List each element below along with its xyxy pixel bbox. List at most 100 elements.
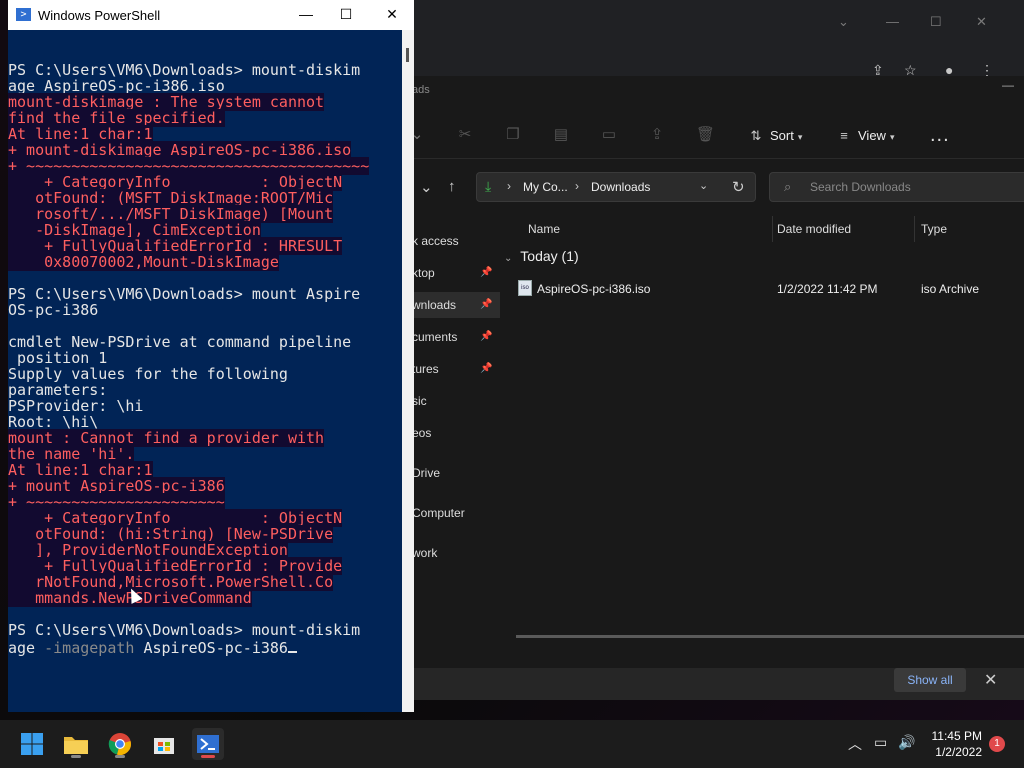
notification-badge[interactable]: 1 bbox=[989, 736, 1005, 752]
chrome-taskbar-button[interactable] bbox=[104, 728, 136, 760]
console-line: parameters: bbox=[8, 382, 400, 398]
pin-icon: 📌 bbox=[480, 363, 493, 374]
column-date-modified[interactable]: Date modified bbox=[777, 222, 851, 236]
maximize-icon[interactable]: ☐ bbox=[930, 14, 942, 30]
sidebar-item[interactable]: Drive bbox=[400, 460, 500, 486]
console-text: PS C:\Users\VM6\Downloads> mount-diskim bbox=[8, 621, 361, 639]
powershell-titlebar[interactable]: > Windows PowerShell — ☐ ✕ bbox=[8, 0, 414, 30]
powershell-taskbar-button[interactable] bbox=[192, 728, 224, 760]
sidebar-item-label: sic bbox=[412, 394, 427, 408]
window-title: Windows PowerShell bbox=[38, 8, 161, 23]
console-text: OS-pc-i386 bbox=[8, 301, 99, 319]
running-indicator bbox=[115, 755, 125, 758]
sort-label: Sort bbox=[770, 128, 794, 143]
volume-icon[interactable]: 🔊 bbox=[898, 734, 915, 751]
console-line: otFound: (MSFT_DiskImage:ROOT/Mic bbox=[8, 189, 400, 207]
iso-file-icon: iso bbox=[518, 280, 532, 296]
sidebar-item[interactable]: wnloads 📌 bbox=[400, 292, 500, 318]
clock-time: 11:45 PM bbox=[931, 729, 982, 743]
sort-button[interactable]: ⇅ Sort ▾ bbox=[748, 124, 803, 148]
console-line: PS C:\Users\VM6\Downloads> mount-diskim bbox=[8, 62, 400, 78]
sidebar-item[interactable]: work bbox=[400, 540, 500, 566]
console-line: mmands.NewPSDriveCommand bbox=[8, 589, 400, 607]
sidebar-item[interactable]: k access bbox=[400, 228, 500, 254]
more-options-button[interactable]: ... bbox=[930, 124, 950, 147]
console-text: age bbox=[8, 639, 45, 657]
chevron-down-icon: ▾ bbox=[889, 132, 895, 142]
file-explorer-taskbar-button[interactable] bbox=[60, 728, 92, 760]
chevron-up-icon[interactable]: ︿ bbox=[848, 734, 862, 754]
console-line: age AspireOS-pc-i386.iso bbox=[8, 78, 400, 94]
console-line: At line:1 char:1 bbox=[8, 461, 400, 479]
download-icon: ⤓ bbox=[485, 178, 492, 194]
console-input-line[interactable]: age -imagepath AspireOS-pc-i386 bbox=[8, 638, 400, 657]
console-line: + ~~~~~~~~~~~~~~~~~~~~~~~~~~~~~~~~~~~~~~ bbox=[8, 157, 400, 175]
clock-date: 1/2/2022 bbox=[935, 745, 982, 759]
column-name[interactable]: Name bbox=[528, 222, 560, 236]
sidebar-item-label: ktop bbox=[412, 266, 435, 280]
column-divider[interactable] bbox=[772, 216, 773, 242]
console-line: mount-diskimage : The system cannot bbox=[8, 93, 400, 111]
show-all-label: Show all bbox=[907, 673, 953, 687]
console-line: PSProvider: \hi bbox=[8, 398, 400, 414]
start-button[interactable] bbox=[16, 728, 48, 760]
vertical-scrollbar[interactable] bbox=[402, 30, 414, 712]
view-label: View bbox=[858, 128, 886, 143]
windows-logo-icon bbox=[21, 733, 43, 755]
sidebar-item[interactable]: Computer bbox=[400, 500, 500, 526]
close-icon[interactable]: ✕ bbox=[976, 14, 987, 30]
sidebar-item[interactable]: ktop 📌 bbox=[400, 260, 500, 286]
search-placeholder: Search Downloads bbox=[810, 180, 911, 194]
text-cursor bbox=[287, 638, 297, 653]
column-type[interactable]: Type bbox=[921, 222, 947, 236]
console-output[interactable]: PS C:\Users\VM6\Downloads> mount-diskim a… bbox=[8, 30, 400, 712]
show-all-button[interactable]: Show all bbox=[894, 668, 966, 692]
sidebar-item[interactable]: cuments 📌 bbox=[400, 324, 500, 350]
search-input[interactable]: ⌕ Search Downloads bbox=[769, 172, 1024, 202]
group-header-today[interactable]: ⌄ Today (1) bbox=[500, 248, 579, 264]
explorer-title: ads bbox=[412, 84, 430, 96]
rename-icon[interactable]: ▭ bbox=[600, 126, 618, 144]
chrome-icon bbox=[108, 733, 131, 755]
console-line: Supply values for the following bbox=[8, 366, 400, 382]
file-type: iso Archive bbox=[921, 282, 980, 296]
breadcrumb-my-computer[interactable]: My Co... bbox=[523, 180, 568, 194]
chevron-down-icon[interactable]: ⌄ bbox=[838, 14, 849, 30]
clock[interactable]: 11:45 PM 1/2/2022 bbox=[930, 728, 982, 760]
minimize-icon[interactable]: — bbox=[886, 14, 899, 29]
sort-icon: ⇅ bbox=[750, 128, 762, 143]
minimize-icon[interactable]: — bbox=[1002, 78, 1014, 92]
sidebar-item[interactable]: eos bbox=[400, 420, 500, 446]
maximize-icon[interactable]: ☐ bbox=[336, 6, 356, 23]
chevron-down-icon[interactable]: ⌄ bbox=[699, 179, 708, 192]
horizontal-scrollbar[interactable] bbox=[516, 635, 1024, 638]
breadcrumb-downloads[interactable]: Downloads bbox=[591, 180, 650, 194]
folder-icon bbox=[64, 737, 88, 754]
close-icon[interactable]: ✕ bbox=[984, 670, 997, 690]
view-button[interactable]: ≡ View ▾ bbox=[836, 124, 894, 148]
console-line: rosoft/.../MSFT_DiskImage) [Mount bbox=[8, 205, 400, 223]
paste-icon[interactable]: ▤ bbox=[552, 126, 570, 144]
scrollbar-thumb[interactable] bbox=[406, 48, 409, 62]
column-divider[interactable] bbox=[914, 216, 915, 242]
sidebar-item-label: Drive bbox=[412, 466, 441, 480]
address-bar[interactable]: ⤓ › My Co... › Downloads ⌄ bbox=[476, 172, 756, 202]
refresh-icon[interactable]: ↻ bbox=[732, 178, 745, 196]
sidebar-item-label: k access bbox=[412, 234, 459, 248]
copy-icon[interactable]: ❐ bbox=[504, 126, 522, 144]
share-icon[interactable]: ⇪ bbox=[648, 126, 666, 144]
file-date: 1/2/2022 11:42 PM bbox=[777, 282, 878, 296]
network-icon[interactable]: ▭ bbox=[874, 734, 887, 751]
console-line: cmdlet New-PSDrive at command pipeline bbox=[8, 334, 400, 350]
sidebar-item[interactable]: sic bbox=[400, 388, 500, 414]
sidebar-item[interactable]: tures 📌 bbox=[400, 356, 500, 382]
cut-icon[interactable]: ✂ bbox=[456, 126, 474, 144]
store-taskbar-button[interactable] bbox=[148, 728, 180, 760]
close-icon[interactable]: ✕ bbox=[382, 6, 402, 23]
pin-icon: 📌 bbox=[480, 331, 493, 342]
minimize-icon[interactable]: — bbox=[296, 6, 316, 22]
up-arrow-icon[interactable]: ↑ bbox=[448, 178, 456, 195]
file-row[interactable]: iso AspireOS-pc-i386.iso 1/2/2022 11:42 … bbox=[500, 276, 1024, 302]
chevron-down-icon[interactable]: ⌄ bbox=[420, 178, 433, 196]
delete-icon[interactable]: 🗑 bbox=[696, 126, 715, 144]
